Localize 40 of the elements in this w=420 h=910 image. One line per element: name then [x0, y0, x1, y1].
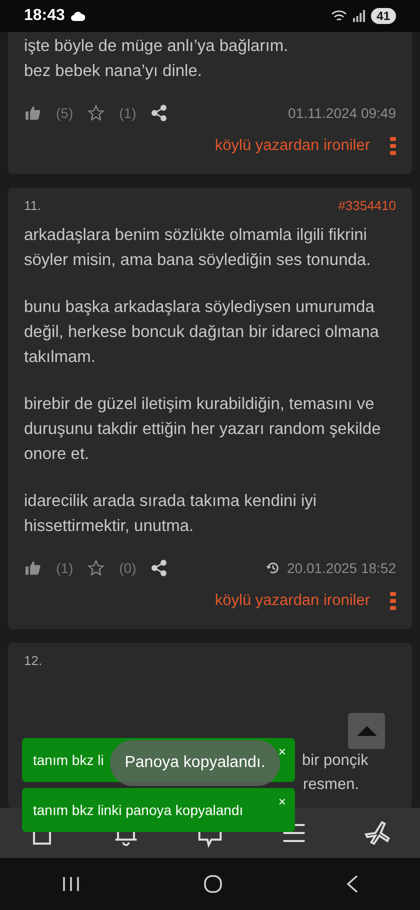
- entry-id-link[interactable]: #3354410: [338, 198, 396, 213]
- entry-paragraph: arkadaşlara benim sözlükte olmamla ilgili fikrini söyler misin, ama bana söylediğin ses tonunda.: [24, 225, 372, 271]
- status-time: 18:43: [24, 7, 65, 25]
- toast-text: tanım bkz li: [33, 752, 104, 768]
- wifi-icon: [330, 10, 347, 22]
- entry-number: 12.: [24, 653, 42, 668]
- star-icon[interactable]: [87, 559, 106, 577]
- entry-date: 01.11.2024 09:49: [288, 105, 396, 121]
- entry-paragraph: idarecilik arada sırada takıma kendini iyi hissettirmektir, unutma.: [24, 491, 318, 537]
- entry-number: 11.: [24, 198, 42, 213]
- close-icon[interactable]: ×: [278, 794, 286, 809]
- thumbs-up-icon[interactable]: [24, 559, 42, 577]
- author-link[interactable]: köylü yazardan ironiler: [214, 592, 370, 610]
- more-options-icon[interactable]: [390, 591, 396, 611]
- snackbar-text: Panoya kopyalandı.: [124, 754, 266, 772]
- entry-text-fragment: bir ponçik: [302, 752, 368, 770]
- toast-text: tanım bkz linki panoya kopyalandı: [33, 802, 244, 818]
- cloud-icon: [70, 11, 85, 21]
- favorite-count: (1): [119, 105, 136, 121]
- share-icon[interactable]: [150, 104, 168, 122]
- entry-date: 20.01.2025 18:52: [287, 560, 396, 576]
- entry-text-fragment: resmen.: [303, 776, 359, 794]
- entry-paragraph: birebir de güzel iletişim kurabildiğin, temasını ve duruşunu takdir ettiğin her yazarı random şekilde onore et.: [24, 394, 382, 465]
- upvote-count: (5): [56, 105, 74, 121]
- entry-paragraph: işte böyle de müge anlı’ya bağlarım. bez bebek nana’yı dinle.: [24, 36, 290, 82]
- battery-level: 41: [370, 8, 396, 24]
- star-icon[interactable]: [87, 104, 106, 122]
- more-options-icon[interactable]: [390, 136, 396, 156]
- author-link[interactable]: köylü yazardan ironiler: [214, 137, 370, 155]
- caret-up-icon: [356, 726, 376, 736]
- back-icon[interactable]: [345, 874, 359, 894]
- favorite-count: (0): [119, 560, 136, 576]
- close-icon[interactable]: ×: [278, 744, 286, 759]
- scroll-top-button[interactable]: [348, 713, 385, 749]
- entry-paragraph: bunu başka arkadaşlara söylediysen umurumda değil, herkese boncuk dağıtan bir idareci olmana takılmam.: [24, 297, 380, 368]
- thumbs-up-icon[interactable]: [24, 104, 42, 122]
- upvote-count: (1): [56, 560, 74, 576]
- share-icon[interactable]: [150, 559, 168, 577]
- signal-icon: [352, 10, 365, 22]
- recent-apps-icon[interactable]: [61, 875, 81, 893]
